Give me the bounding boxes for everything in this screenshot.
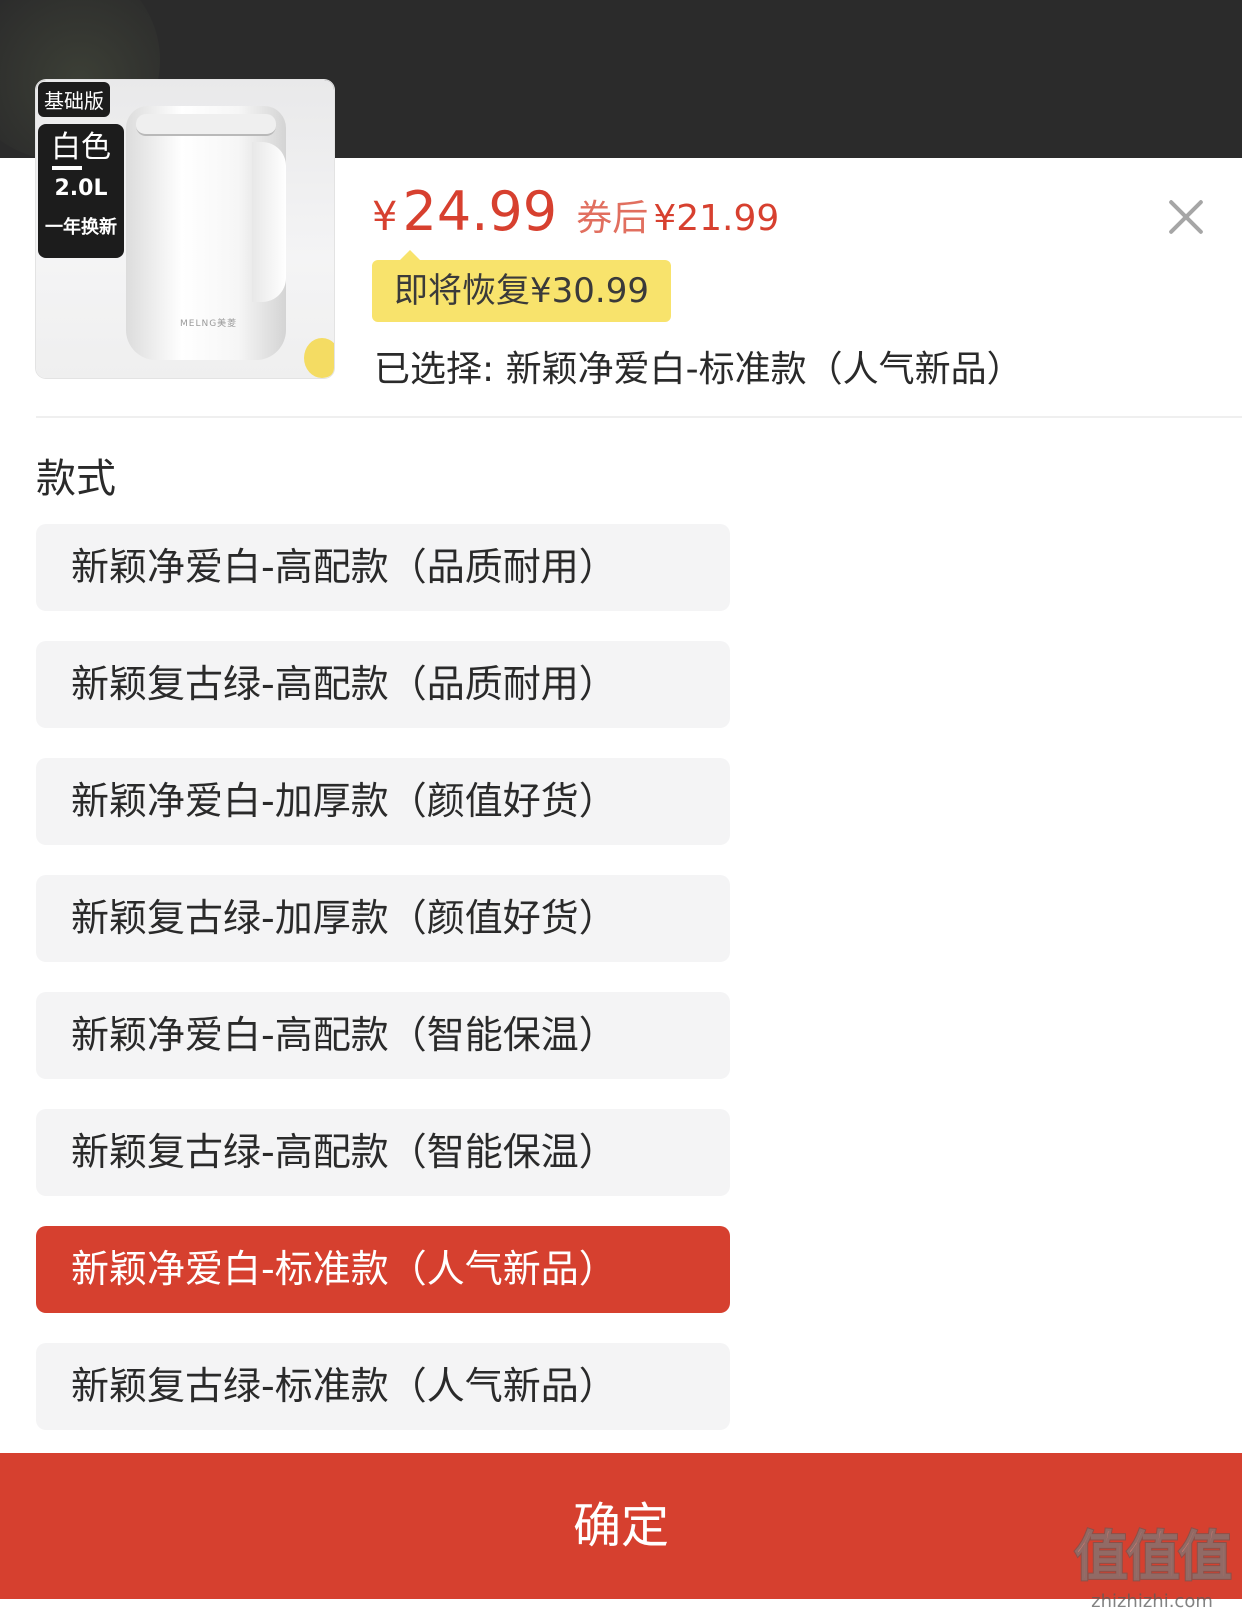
- spec-divider: [52, 166, 82, 170]
- style-option[interactable]: 新颖复古绿-高配款（品质耐用）: [36, 641, 730, 728]
- style-option[interactable]: 新颖复古绿-加厚款（颜值好货）: [36, 875, 730, 962]
- coupon-label: 券后: [576, 198, 649, 239]
- kettle-brand-mark: MELNG美菱: [180, 319, 238, 329]
- style-option[interactable]: 新颖净爱白-加厚款（颜值好货）: [36, 758, 730, 845]
- spec-warranty: 一年换新: [45, 217, 117, 238]
- currency-symbol: ¥: [372, 194, 398, 240]
- kettle-image: MELNG美菱: [126, 106, 286, 360]
- style-option-selected[interactable]: 新颖净爱白-标准款（人气新品）: [36, 1226, 730, 1313]
- price-restore-badge: 即将恢复¥30.99: [372, 250, 671, 322]
- spec-color: 白色: [51, 130, 111, 165]
- basic-edition-tag: 基础版: [38, 82, 110, 117]
- confirm-button[interactable]: 确定: [0, 1453, 1242, 1599]
- current-price: 24.99: [402, 180, 558, 243]
- style-option[interactable]: 新颖复古绿-标准款（人气新品）: [36, 1343, 730, 1430]
- kettle-handle: [252, 142, 286, 302]
- selected-variant-label: 已选择: 新颖净爱白-标准款（人气新品）: [374, 349, 1023, 390]
- coupon-price: ¥21.99: [653, 198, 780, 239]
- style-option[interactable]: 新颖净爱白-高配款（智能保温）: [36, 992, 730, 1079]
- product-thumbnail[interactable]: MELNG美菱 基础版 白色 2.0L 一年换新: [36, 80, 334, 378]
- watermark-domain: zhizhizhi.com: [1091, 1591, 1213, 1612]
- close-icon[interactable]: [1166, 196, 1206, 236]
- watermark-logo: 值值值: [1073, 1524, 1233, 1589]
- style-section-title: 款式: [36, 456, 116, 502]
- spec-capacity: 2.0L: [54, 176, 108, 201]
- spec-tag: 白色 2.0L 一年换新: [38, 124, 124, 258]
- style-option-list: 新颖净爱白-高配款（品质耐用） 新颖复古绿-高配款（品质耐用） 新颖净爱白-加厚…: [36, 524, 730, 1460]
- kettle-lid: [136, 114, 276, 136]
- lemon-decoration: [304, 338, 334, 378]
- header-divider: [36, 416, 1242, 418]
- style-option[interactable]: 新颖净爱白-高配款（品质耐用）: [36, 524, 730, 611]
- style-option[interactable]: 新颖复古绿-高配款（智能保温）: [36, 1109, 730, 1196]
- site-watermark: 值值值 zhizhizhi.com: [1073, 1512, 1233, 1612]
- price-row: ¥ 24.99 券后 ¥21.99: [372, 180, 779, 250]
